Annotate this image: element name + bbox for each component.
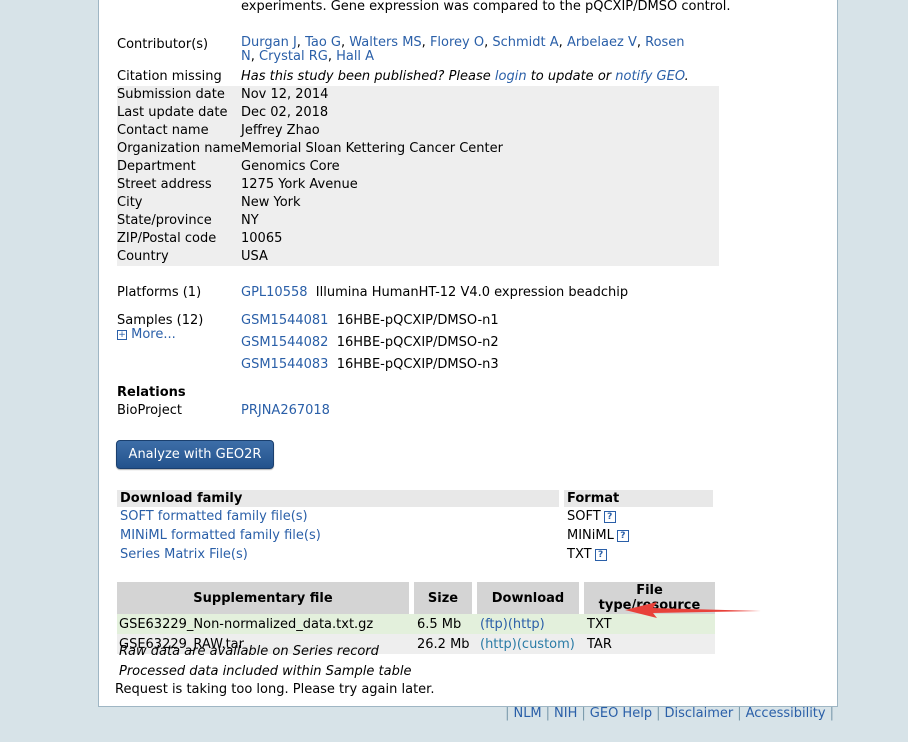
- supp-file-name: GSE63229_Non-normalized_data.txt.gz: [119, 616, 374, 632]
- contributors-label: Contributor(s): [117, 37, 209, 52]
- supp-file-header: Supplementary file: [117, 582, 409, 614]
- sample-link[interactable]: GSM1544083: [241, 357, 328, 372]
- contributor-link[interactable]: Tao G: [305, 35, 341, 50]
- footer-accessibility-link[interactable]: Accessibility: [746, 706, 826, 721]
- login-link[interactable]: login: [495, 69, 527, 84]
- platform-desc: Illumina HumanHT-12 V4.0 expression bead…: [315, 285, 629, 300]
- contributor-link[interactable]: Crystal RG: [259, 49, 328, 64]
- notify-geo-link[interactable]: notify GEO: [615, 69, 684, 84]
- info-label: Street address: [117, 177, 212, 192]
- expand-plus-icon[interactable]: +: [117, 330, 127, 340]
- summary-text: experiments. Gene expression was compare…: [241, 0, 731, 14]
- contributor-link[interactable]: Hall A: [336, 49, 374, 64]
- citation-mid: to update or: [526, 69, 616, 84]
- footer-nlm-link[interactable]: NLM: [513, 706, 541, 721]
- contributors-row: Contributor(s) Durgan J, Tao G, Walters …: [117, 36, 717, 72]
- sample-desc: 16HBE-pQCXIP/DMSO-n3: [336, 357, 499, 372]
- bioproject-label: BioProject: [117, 403, 182, 418]
- bioproject-link[interactable]: PRJNA267018: [241, 403, 330, 418]
- info-label: State/province: [117, 213, 212, 228]
- info-value: USA: [241, 249, 268, 264]
- download-family-header: Download family: [117, 490, 559, 507]
- footer-geo-help-link[interactable]: GEO Help: [590, 706, 652, 721]
- supp-file-size: 26.2 Mb: [417, 636, 470, 652]
- platforms-label: Platforms (1): [117, 285, 202, 300]
- citation-label: Citation missing: [117, 69, 222, 84]
- platform-link[interactable]: GPL10558: [241, 285, 308, 300]
- supp-file-type: TAR: [587, 636, 612, 652]
- help-icon[interactable]: ?: [603, 511, 616, 523]
- footer-disclaimer-link[interactable]: Disclaimer: [664, 706, 733, 721]
- info-label: Organization name: [117, 141, 242, 156]
- citation-post: .: [684, 69, 689, 84]
- info-value: Jeffrey Zhao: [241, 123, 320, 138]
- help-icon[interactable]: ?: [594, 549, 607, 561]
- series-matrix-link[interactable]: Series Matrix File(s): [120, 547, 248, 562]
- info-value: 10065: [241, 231, 283, 246]
- download-family-table: Download family Format SOFT formatted fa…: [117, 490, 713, 564]
- info-label: Contact name: [117, 123, 209, 138]
- info-label: Department: [117, 159, 196, 174]
- info-label: Last update date: [117, 105, 228, 120]
- content-panel: experiments. Gene expression was compare…: [98, 0, 838, 707]
- supp-size-header: Size: [414, 582, 472, 614]
- format-value: SOFT: [567, 509, 601, 524]
- samples-more-link[interactable]: More...: [131, 327, 176, 342]
- footer-nih-link[interactable]: NIH: [554, 706, 577, 721]
- contributors-list: Durgan J, Tao G, Walters MS, Florey O, S…: [241, 35, 685, 64]
- supp-file-size: 6.5 Mb: [417, 616, 462, 632]
- timeout-message: Request is taking too long. Please try a…: [115, 682, 435, 697]
- analyze-geo2r-button[interactable]: Analyze with GEO2R: [116, 440, 274, 469]
- info-label: Submission date: [117, 87, 225, 102]
- sample-link[interactable]: GSM1544082: [241, 335, 328, 350]
- supp-download-header: Download: [477, 582, 579, 614]
- info-label: Country: [117, 249, 169, 264]
- raw-data-note: Raw data are available on Series record: [119, 644, 379, 659]
- info-value: NY: [241, 213, 259, 228]
- format-value: TXT: [567, 547, 592, 562]
- info-value: 1275 York Avenue: [241, 177, 358, 192]
- http-download-link[interactable]: (http): [508, 617, 545, 632]
- contributor-link[interactable]: Florey O: [430, 35, 484, 50]
- info-value: Dec 02, 2018: [241, 105, 329, 120]
- contributor-link[interactable]: Arbelaez V: [567, 35, 637, 50]
- processed-data-note: Processed data included within Sample ta…: [119, 664, 412, 679]
- http-download-link[interactable]: (http): [480, 637, 517, 652]
- info-value: Nov 12, 2014: [241, 87, 329, 102]
- red-arrow-annotation: [625, 602, 761, 618]
- relations-heading: Relations: [117, 385, 186, 400]
- format-header: Format: [564, 490, 713, 507]
- format-value: MINiML: [567, 528, 614, 543]
- info-value: Memorial Sloan Kettering Cancer Center: [241, 141, 503, 156]
- custom-download-link[interactable]: (custom): [517, 637, 575, 652]
- citation-pre: Has this study been published? Please: [241, 69, 495, 84]
- samples-more[interactable]: + More...: [117, 326, 176, 344]
- footer-links: | NLM | NIH | GEO Help | Disclaimer | Accessibili…: [505, 706, 834, 721]
- sample-desc: 16HBE-pQCXIP/DMSO-n1: [336, 313, 499, 328]
- info-value: Genomics Core: [241, 159, 340, 174]
- info-label: ZIP/Postal code: [117, 231, 217, 246]
- help-icon[interactable]: ?: [616, 530, 629, 542]
- info-label: City: [117, 195, 143, 210]
- ftp-download-link[interactable]: (ftp): [480, 617, 508, 632]
- sample-desc: 16HBE-pQCXIP/DMSO-n2: [336, 335, 499, 350]
- miniml-family-link[interactable]: MINiML formatted family file(s): [120, 528, 321, 543]
- contributor-link[interactable]: Durgan J: [241, 35, 297, 50]
- contributor-link[interactable]: Walters MS: [349, 35, 421, 50]
- sample-link[interactable]: GSM1544081: [241, 313, 328, 328]
- soft-family-link[interactable]: SOFT formatted family file(s): [120, 509, 308, 524]
- citation-text: Has this study been published? Please lo…: [241, 68, 689, 86]
- info-value: New York: [241, 195, 301, 210]
- contributor-link[interactable]: Schmidt A: [492, 35, 558, 50]
